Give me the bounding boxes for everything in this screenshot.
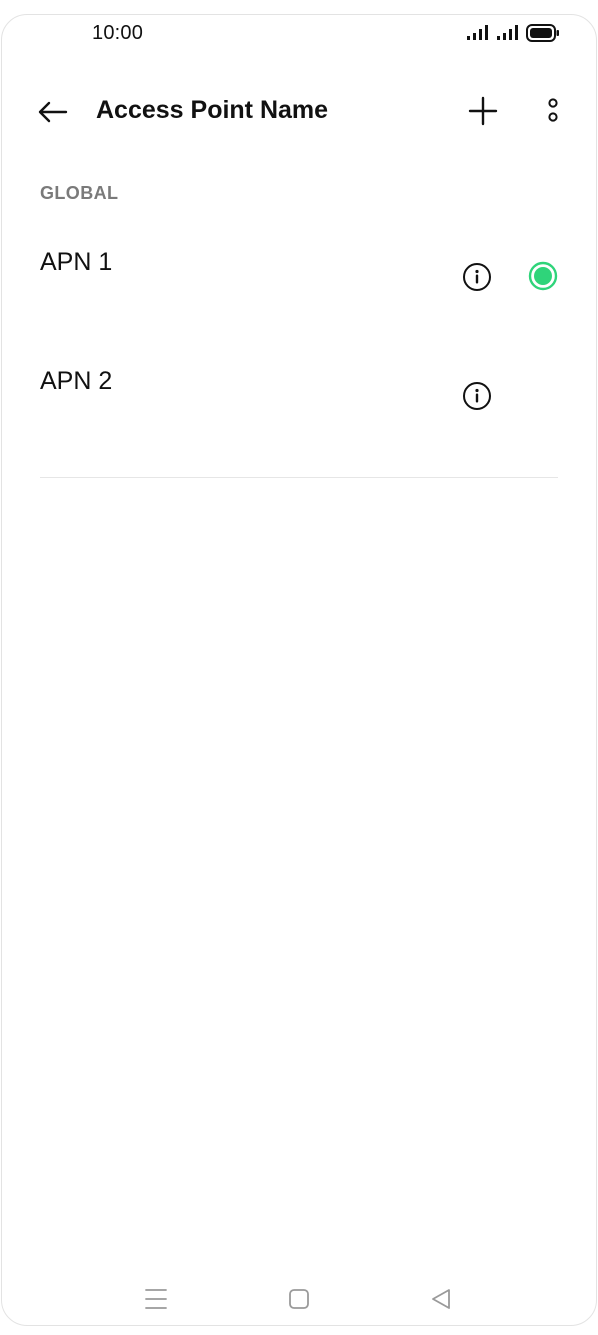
apn-settings-screen: 10:00 Access Point Name GLOBAL APN 1 APN…	[0, 0, 598, 1335]
apn-radio-selected[interactable]	[527, 260, 559, 292]
plus-icon	[468, 96, 498, 126]
nav-menu-button[interactable]	[136, 1284, 176, 1314]
status-time: 10:00	[92, 22, 144, 44]
apn-list-item[interactable]: APN 1	[0, 236, 598, 344]
status-icons	[466, 24, 560, 42]
back-button[interactable]	[34, 94, 70, 130]
back-triangle-icon	[432, 1289, 450, 1309]
add-apn-button[interactable]	[466, 94, 500, 128]
signal-icon	[467, 25, 488, 40]
apn-info-button[interactable]	[460, 379, 494, 413]
apn-name: APN 2	[40, 367, 113, 395]
radio-selected-icon	[528, 261, 558, 291]
section-header-global: GLOBAL	[40, 183, 119, 203]
info-icon	[463, 382, 491, 410]
more-vertical-icon	[548, 98, 558, 122]
home-square-icon	[289, 1289, 309, 1309]
nav-home-button[interactable]	[279, 1284, 319, 1314]
menu-icon	[145, 1289, 167, 1309]
more-options-button[interactable]	[540, 94, 566, 128]
battery-icon	[526, 24, 559, 42]
apn-name: APN 1	[40, 248, 113, 276]
signal-icon	[497, 25, 518, 40]
list-divider	[40, 477, 558, 478]
screen-frame	[1, 14, 597, 1326]
nav-back-button[interactable]	[421, 1284, 461, 1314]
arrow-left-icon	[38, 101, 68, 123]
info-icon	[463, 263, 491, 291]
apn-list-item[interactable]: APN 2	[0, 355, 598, 463]
apn-info-button[interactable]	[460, 260, 494, 294]
page-title: Access Point Name	[96, 96, 329, 124]
